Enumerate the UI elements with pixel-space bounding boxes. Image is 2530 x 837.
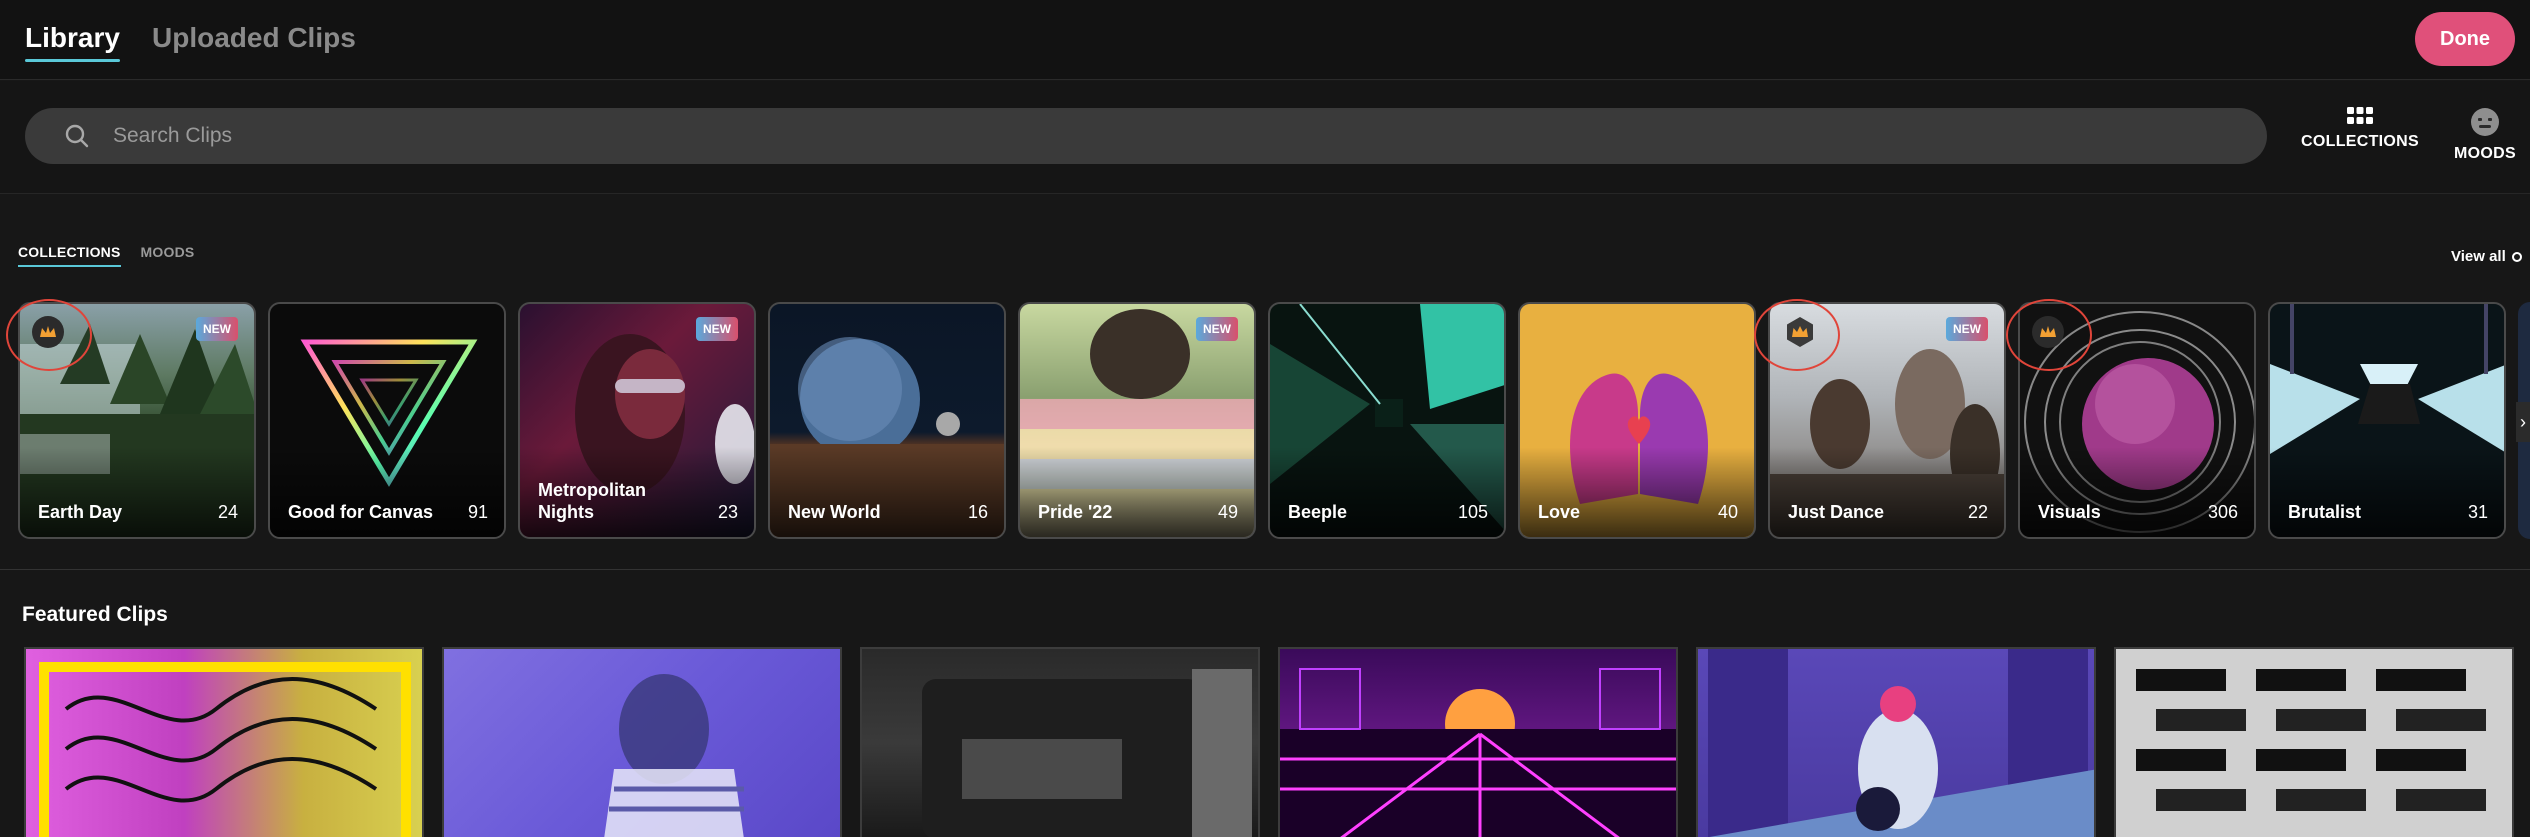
tab-library[interactable]: Library [25,22,120,62]
collection-count: 49 [1217,502,1238,522]
card-shade [20,447,254,537]
featured-clip[interactable] [24,647,424,837]
featured-clip[interactable] [1278,647,1678,837]
featured-clips-title: Featured Clips [22,603,168,626]
card-shade [1020,447,1254,537]
view-all-icon [2511,251,2522,262]
card-shade [1270,447,1504,537]
view-all-link[interactable]: View all [2451,248,2522,265]
moods-button[interactable]: MOODS [2450,107,2520,163]
collection-tabs: COLLECTIONS MOODS [18,244,195,267]
card-shade [1520,447,1754,537]
highlight-ring [2006,299,2092,371]
clip-thumbnail [604,674,744,837]
card-shade [1770,447,2004,537]
collection-card[interactable]: Love 40 [1518,302,1756,539]
card-shade [2020,447,2254,537]
collection-name: New World [788,502,881,522]
highlight-ring [6,299,92,371]
collection-name: Visuals [2038,502,2101,522]
collection-count: 24 [217,502,238,522]
section-divider [0,569,2530,570]
grid-icon [2347,107,2373,124]
done-button[interactable]: Done [2415,12,2515,66]
collection-card[interactable]: Brutalist 31 [2268,302,2506,539]
subtab-collections[interactable]: COLLECTIONS [18,244,121,267]
collection-count: 31 [2467,502,2488,522]
collection-name: Good for Canvas [288,502,434,522]
collection-name: Love [1538,502,1581,522]
card-shade [270,447,504,537]
collection-count: 91 [467,502,488,522]
collections-button-label: COLLECTIONS [2301,133,2419,150]
search-box[interactable] [25,108,2267,164]
featured-clip[interactable] [1696,647,2096,837]
new-badge: NEW [1196,317,1238,341]
collection-card[interactable]: Good for Canvas 91 [268,302,506,539]
collections-carousel: NEW Earth Day 24 Good for Canvas 91 NEW … [0,299,2530,540]
search-row: COLLECTIONS MOODS [0,81,2530,194]
collection-count: 23 [717,502,738,522]
clip-thumbnail [922,669,1252,837]
mood-face-icon [2471,108,2499,136]
top-nav: Library Uploaded Clips Done [0,0,2530,80]
collection-count: 306 [2207,502,2238,522]
highlight-ring [1754,299,1840,371]
new-badge: NEW [696,317,738,341]
collection-card[interactable]: NEW Pride '22 49 [1018,302,1256,539]
collection-card[interactable]: New World 16 [768,302,1006,539]
search-input[interactable] [113,108,2213,164]
clip-thumbnail [39,662,411,837]
card-shade [2270,447,2504,537]
featured-clip[interactable] [860,647,1260,837]
collections-button[interactable]: COLLECTIONS [2300,107,2420,151]
clip-thumbnail [2116,649,2512,837]
clip-thumbnail [1280,668,1676,837]
collection-name: Brutalist [2288,502,2362,522]
collection-name: Earth Day [38,502,123,522]
collection-card[interactable]: NEW Metropolitan Nights 23 [518,302,756,539]
new-badge: NEW [196,317,238,341]
collection-count: 40 [1717,502,1738,522]
collection-name: Just Dance [1788,502,1885,522]
clip-thumbnail [1708,649,2094,837]
search-icon [65,124,89,148]
moods-button-label: MOODS [2454,145,2516,162]
collection-card[interactable]: Beeple 105 [1268,302,1506,539]
card-shade [770,447,1004,537]
featured-clip[interactable] [2114,647,2514,837]
featured-clip[interactable] [442,647,842,837]
collection-count: 16 [967,502,988,522]
new-badge: NEW [1946,317,1988,341]
collection-name: Metropolitan Nights [538,480,646,522]
collection-name: Beeple [1288,502,1348,522]
collection-count: 22 [1967,502,1988,522]
tab-uploaded-clips[interactable]: Uploaded Clips [152,22,356,54]
collection-count: 105 [1457,502,1488,522]
collection-name: Pride '22 [1038,502,1113,522]
view-all-label: View all [2451,248,2506,265]
subtab-moods[interactable]: MOODS [141,244,195,260]
chevron-right-icon[interactable]: › [2516,402,2530,442]
